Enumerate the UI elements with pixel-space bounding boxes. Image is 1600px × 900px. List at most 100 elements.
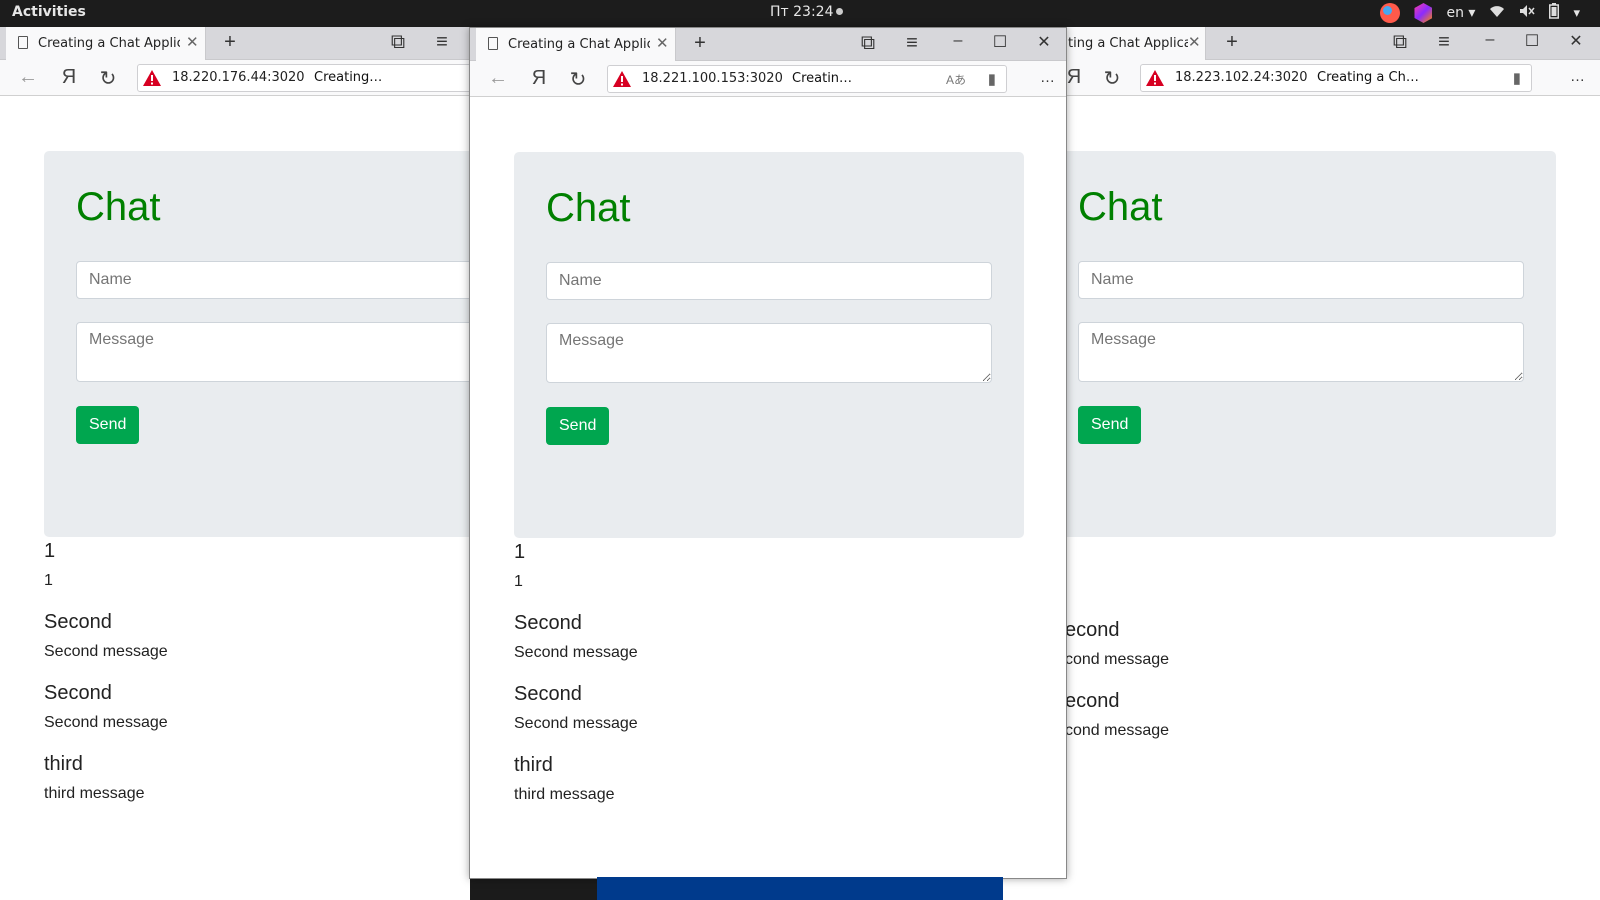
close-window-icon[interactable]: ✕ [1034, 32, 1054, 52]
page-content: Chat Send econd cond message econd cond me… [1000, 97, 1600, 900]
maximize-window-icon[interactable]: ☐ [1522, 31, 1542, 51]
back-arrow-icon[interactable]: ← [486, 67, 510, 90]
security-warning-icon[interactable] [142, 69, 162, 87]
message-input[interactable] [76, 322, 470, 382]
page-heading: Chat [546, 186, 631, 230]
tab-bar: Creating a Chat Applicat ✕ + ⧉ ≡ – ☐ ✕ [470, 28, 1066, 61]
message-item: third third message [514, 753, 638, 824]
message-item: Second Second message [514, 611, 638, 682]
message-author: 1 [44, 540, 56, 562]
message-text: third message [44, 785, 145, 802]
send-button[interactable]: Send [76, 406, 140, 444]
browser-window-left: Creating a Chat Applicat ✕ + ⧉ ≡ ← Я ↻ 1… [0, 27, 470, 900]
clock-text: Пт 23:24 [770, 4, 834, 20]
url-text: 18.221.100.153:3020 [642, 71, 783, 86]
message-author: Second [44, 682, 112, 704]
message-author: 1 [514, 541, 526, 563]
collections-icon[interactable]: ⧉ [384, 31, 412, 54]
page-title-in-address-bar: Creating a Ch… [1317, 70, 1419, 85]
name-input[interactable] [546, 262, 992, 300]
new-tab-icon[interactable]: + [216, 31, 244, 54]
message-text: third message [514, 786, 615, 803]
new-tab-icon[interactable]: + [686, 32, 714, 55]
message-item: Second Second message [514, 682, 638, 753]
message-item: third third message [44, 752, 168, 823]
document-icon [18, 36, 28, 49]
menu-icon[interactable]: ≡ [428, 31, 456, 54]
browser-tab[interactable]: Creating a Chat Applicat ✕ [6, 27, 206, 60]
message-author: Second [514, 612, 582, 634]
reload-icon[interactable]: ↻ [96, 66, 120, 91]
yandex-logo-icon[interactable]: Я [57, 66, 81, 89]
tab-title: Creating a Chat Applicat [508, 37, 650, 52]
browser-window-middle: Creating a Chat Applicat ✕ + ⧉ ≡ – ☐ ✕ ←… [469, 27, 1067, 879]
reload-icon[interactable]: ↻ [1100, 66, 1124, 91]
activities-button[interactable]: Activities [12, 4, 86, 20]
back-arrow-icon[interactable]: ← [16, 66, 40, 89]
tab-bar: ting a Chat Applicat ✕ + ⧉ ≡ – ☐ ✕ [1000, 27, 1600, 60]
page-content: Chat Send 11 SecondSecond message Second… [470, 98, 1066, 878]
system-menu-chevron-icon[interactable]: ▾ [1573, 6, 1580, 21]
background-window-edge [597, 877, 1003, 900]
message-input[interactable] [1078, 322, 1524, 382]
message-text: 1 [44, 572, 53, 589]
page-title-in-address-bar: Creatin… [792, 71, 853, 86]
url-text: 18.223.102.24:3020 [1175, 70, 1308, 85]
security-warning-icon[interactable] [1145, 69, 1165, 87]
close-tab-icon[interactable]: ✕ [656, 34, 669, 52]
maximize-window-icon[interactable]: ☐ [990, 32, 1010, 52]
more-options-icon[interactable]: … [1040, 69, 1056, 86]
collections-icon[interactable]: ⧉ [1386, 31, 1414, 54]
bookmark-icon[interactable]: ▮ [988, 70, 996, 88]
collections-icon[interactable]: ⧉ [854, 32, 882, 55]
send-button[interactable]: Send [546, 407, 610, 445]
message-author: Second [44, 611, 112, 633]
message-item: econd cond message [1065, 618, 1169, 689]
reload-icon[interactable]: ↻ [566, 67, 590, 92]
message-item: 11 [514, 540, 638, 611]
menu-icon[interactable]: ≡ [1430, 31, 1458, 54]
close-tab-icon[interactable]: ✕ [1188, 33, 1201, 51]
message-text: Second message [44, 643, 168, 660]
message-text: cond message [1065, 722, 1170, 739]
minimize-window-icon[interactable]: – [948, 32, 968, 50]
message-item: econd cond message [1065, 689, 1169, 760]
clock[interactable]: Пт 23:24 [770, 4, 844, 20]
more-options-icon[interactable]: … [1570, 68, 1586, 85]
message-author: econd [1065, 619, 1120, 641]
browser-tab[interactable]: Creating a Chat Applicat ✕ [476, 28, 676, 61]
address-bar[interactable]: 18.220.176.44:3020 Creating… [137, 64, 470, 92]
close-window-icon[interactable]: ✕ [1566, 31, 1586, 51]
name-input[interactable] [76, 261, 470, 299]
message-item: 11 [44, 539, 168, 610]
battery-icon[interactable] [1549, 3, 1560, 23]
message-text: Second message [514, 715, 638, 732]
translate-icon[interactable]: Aあ [946, 71, 966, 88]
security-warning-icon[interactable] [612, 70, 632, 88]
message-text: 1 [514, 573, 523, 590]
minimize-window-icon[interactable]: – [1480, 31, 1500, 49]
navigation-bar: ← Я ↻ 18.220.176.44:3020 Creating… [0, 60, 470, 96]
page-content: Chat Send 11 SecondSecond message Second… [0, 97, 470, 900]
menu-icon[interactable]: ≡ [898, 32, 926, 55]
notification-dot [836, 8, 844, 15]
tray-app-icon[interactable] [1380, 3, 1401, 23]
message-item: Second Second message [44, 610, 168, 681]
new-tab-icon[interactable]: + [1218, 31, 1246, 54]
send-button[interactable]: Send [1078, 406, 1142, 444]
volume-icon[interactable] [1519, 4, 1536, 22]
address-bar[interactable]: 18.221.100.153:3020 Creatin… Aあ ▮ [607, 65, 1007, 93]
keyboard-layout-label: en [1446, 5, 1464, 21]
close-tab-icon[interactable]: ✕ [186, 33, 199, 51]
wifi-icon[interactable] [1489, 4, 1505, 22]
tray-cube-icon[interactable] [1414, 3, 1433, 23]
bookmark-icon[interactable]: ▮ [1513, 69, 1521, 87]
name-input[interactable] [1078, 261, 1524, 299]
yandex-logo-icon[interactable]: Я [527, 67, 551, 90]
message-author: third [514, 754, 553, 776]
message-item: Second Second message [44, 681, 168, 752]
message-list: econd cond message econd cond message [1065, 539, 1169, 839]
keyboard-layout-indicator[interactable]: en ▾ [1446, 5, 1475, 21]
message-input[interactable] [546, 323, 992, 383]
address-bar[interactable]: 18.223.102.24:3020 Creating a Ch… ▮ [1140, 64, 1532, 92]
